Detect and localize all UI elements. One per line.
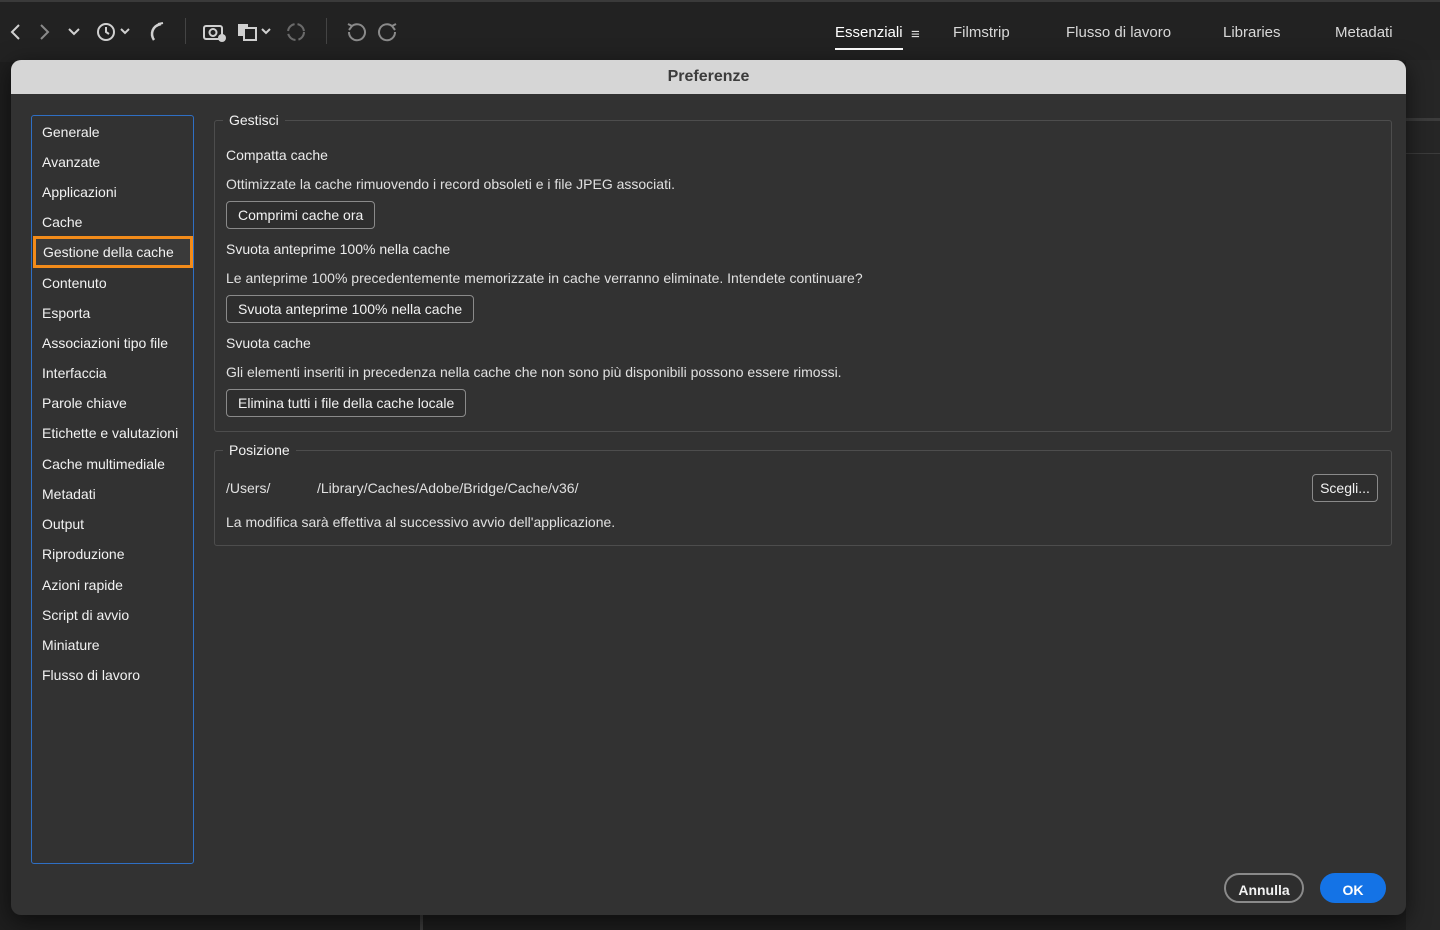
sidebar-item-cache[interactable]: Cache xyxy=(32,207,193,237)
background-divider xyxy=(1406,153,1440,154)
refine-icon[interactable] xyxy=(236,16,276,48)
purge-previews-description: Le anteprime 100% precedentemente memori… xyxy=(226,270,863,286)
sidebar-item-riproduzione[interactable]: Riproduzione xyxy=(32,539,193,569)
boomerang-icon[interactable] xyxy=(146,16,166,48)
chevron-down-icon[interactable] xyxy=(66,16,82,48)
toolbar-separator xyxy=(326,18,327,44)
back-icon[interactable] xyxy=(8,16,24,48)
cache-path-prefix: /Users/ xyxy=(226,480,271,496)
sidebar-item-associazioni-tipo-file[interactable]: Associazioni tipo file xyxy=(32,328,193,358)
cancel-button[interactable]: Annulla xyxy=(1224,873,1304,903)
purge-cache-heading: Svuota cache xyxy=(226,335,311,351)
tab-libraries[interactable]: Libraries xyxy=(1223,24,1281,48)
sidebar-item-contenuto[interactable]: Contenuto xyxy=(32,268,193,298)
tab-essenziali[interactable]: Essenziali xyxy=(835,24,903,50)
tab-metadati[interactable]: Metadati xyxy=(1335,24,1393,48)
sidebar-item-avanzate[interactable]: Avanzate xyxy=(32,147,193,177)
sidebar-item-generale[interactable]: Generale xyxy=(32,117,193,147)
toolbar-separator xyxy=(185,18,186,44)
location-note: La modifica sarà effettiva al successivo… xyxy=(226,514,616,530)
background-panel xyxy=(1406,60,1440,930)
workspace-menu-icon[interactable]: ≡ xyxy=(911,26,920,43)
dialog-title: Preferenze xyxy=(11,60,1406,94)
sidebar-item-etichette-e-valutazioni[interactable]: Etichette e valutazioni xyxy=(32,418,193,448)
purge-cache-description: Gli elementi inseriti in precedenza nell… xyxy=(226,364,842,380)
manage-group: Gestisci Compatta cache Ottimizzate la c… xyxy=(214,109,1392,432)
background-divider xyxy=(1406,118,1440,121)
compact-cache-heading: Compatta cache xyxy=(226,147,328,163)
sidebar-item-interfaccia[interactable]: Interfaccia xyxy=(32,358,193,388)
preferences-sidebar: Generale Avanzate Applicazioni Cache Ges… xyxy=(31,115,194,864)
app-toolbar: Essenziali ≡ Filmstrip Flusso di lavoro … xyxy=(0,0,1440,62)
sidebar-item-script-di-avvio[interactable]: Script di avvio xyxy=(32,600,193,630)
manage-group-title: Gestisci xyxy=(223,109,285,131)
sidebar-item-miniature[interactable]: Miniature xyxy=(32,630,193,660)
purge-cache-button[interactable]: Elimina tutti i file della cache locale xyxy=(226,389,467,417)
location-group-title: Posizione xyxy=(223,439,296,461)
tab-flusso-di-lavoro[interactable]: Flusso di lavoro xyxy=(1066,24,1171,48)
sync-icon[interactable] xyxy=(284,16,308,48)
sidebar-item-metadati[interactable]: Metadati xyxy=(32,479,193,509)
compact-cache-description: Ottimizzate la cache rimuovendo i record… xyxy=(226,176,675,192)
compact-cache-button[interactable]: Comprimi cache ora xyxy=(226,201,376,229)
ok-button[interactable]: OK xyxy=(1320,873,1386,903)
sidebar-item-flusso-di-lavoro[interactable]: Flusso di lavoro xyxy=(32,660,193,690)
purge-previews-button[interactable]: Svuota anteprime 100% nella cache xyxy=(226,295,475,323)
preferences-dialog: Preferenze Generale Avanzate Applicazion… xyxy=(11,60,1406,915)
cache-path: /Library/Caches/Adobe/Bridge/Cache/v36/ xyxy=(317,480,579,496)
tab-filmstrip[interactable]: Filmstrip xyxy=(953,24,1010,48)
sidebar-item-applicazioni[interactable]: Applicazioni xyxy=(32,177,193,207)
sidebar-item-parole-chiave[interactable]: Parole chiave xyxy=(32,388,193,418)
forward-icon[interactable] xyxy=(36,16,52,48)
sidebar-item-output[interactable]: Output xyxy=(32,509,193,539)
sidebar-item-gestione-della-cache[interactable]: Gestione della cache xyxy=(33,236,193,268)
recent-history-icon[interactable] xyxy=(94,16,134,48)
purge-previews-heading: Svuota anteprime 100% nella cache xyxy=(226,241,451,257)
sidebar-item-esporta[interactable]: Esporta xyxy=(32,298,193,328)
background-divider xyxy=(420,915,423,930)
sidebar-item-azioni-rapide[interactable]: Azioni rapide xyxy=(32,570,193,600)
location-group: Posizione /Users/ /Library/Caches/Adobe/… xyxy=(214,439,1392,546)
rotate-left-icon[interactable] xyxy=(344,16,368,48)
sidebar-item-cache-multimediale[interactable]: Cache multimediale xyxy=(32,449,193,479)
rotate-right-icon[interactable] xyxy=(376,16,400,48)
choose-folder-button[interactable]: Scegli... xyxy=(1312,474,1378,502)
camera-import-icon[interactable] xyxy=(202,16,228,48)
